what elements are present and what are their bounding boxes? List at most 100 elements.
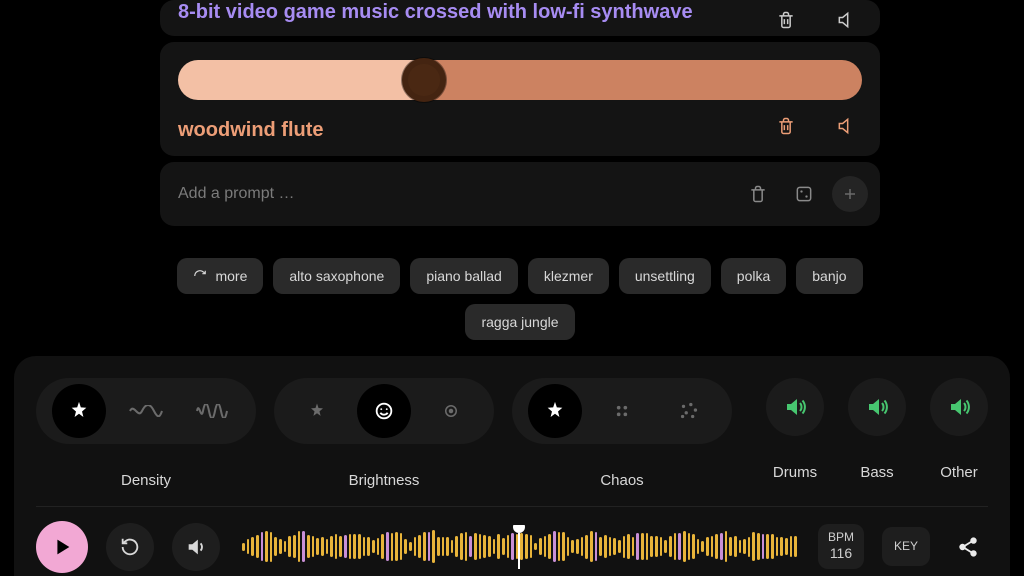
waveform-bar [748, 537, 751, 557]
waveform-bar [780, 537, 783, 556]
waveform-bar [339, 536, 342, 558]
brightness-option-high[interactable] [424, 384, 478, 438]
waveform-bar [381, 534, 384, 558]
suggestion-chip[interactable]: piano ballad [410, 258, 518, 294]
waveform-bar [497, 534, 500, 560]
waveform-bar [284, 541, 287, 552]
density-option-mid[interactable] [119, 384, 173, 438]
waveform-bar [316, 538, 319, 556]
waveform-bar [530, 535, 533, 558]
trash-icon[interactable] [768, 2, 804, 38]
key-button[interactable]: KEY [882, 527, 930, 566]
suggestion-chip[interactable]: banjo [796, 258, 862, 294]
playhead[interactable] [513, 525, 525, 569]
waveform-bar [404, 539, 407, 554]
brightness-option-low[interactable] [290, 384, 344, 438]
waveform-bar [386, 532, 389, 560]
waveform-bar [571, 540, 574, 554]
suggestion-chip[interactable]: polka [721, 258, 786, 294]
trash-icon[interactable] [768, 108, 804, 144]
restart-button[interactable] [106, 523, 154, 571]
waveform-bar [247, 539, 250, 555]
dice-icon[interactable] [786, 176, 822, 212]
share-button[interactable] [948, 527, 988, 567]
mute-bass-label: Bass [860, 464, 893, 481]
waveform-bar [567, 537, 570, 555]
prompt-text-2[interactable]: woodwind flute [178, 118, 862, 142]
waveform-bar [692, 534, 695, 559]
slider-thumb[interactable] [402, 58, 446, 102]
chip-label: ragga jungle [481, 314, 558, 330]
waveform-bar [377, 538, 380, 555]
waveform-bar [307, 535, 310, 557]
suggestion-chip[interactable]: alto saxophone [273, 258, 400, 294]
chaos-option-low[interactable] [528, 384, 582, 438]
waveform-bar [349, 534, 352, 559]
waveform-bar [688, 533, 691, 560]
mute-other-button[interactable] [930, 378, 988, 436]
waveform-bar [725, 531, 728, 563]
chip-label: banjo [812, 268, 846, 284]
waveform-bar [469, 536, 472, 557]
waveform-bar [752, 532, 755, 560]
prompt-weight-slider[interactable] [178, 52, 862, 108]
waveform-bar [455, 536, 458, 557]
waveform[interactable] [238, 525, 800, 569]
add-prompt-input[interactable] [178, 185, 740, 203]
waveform-bar [446, 537, 449, 556]
waveform-bar [734, 536, 737, 557]
mute-drums-button[interactable] [766, 378, 824, 436]
chip-label: klezmer [544, 268, 593, 284]
waveform-bar [706, 537, 709, 557]
waveform-bar [479, 534, 482, 558]
mute-drums-label: Drums [773, 464, 817, 481]
chip-more[interactable]: more [177, 258, 263, 294]
waveform-bar [715, 534, 718, 560]
suggestion-chip[interactable]: klezmer [528, 258, 609, 294]
add-button[interactable] [832, 176, 868, 212]
density-option-low[interactable] [52, 384, 106, 438]
waveform-bar [618, 540, 621, 553]
waveform-bar [298, 531, 301, 562]
density-option-high[interactable] [186, 384, 240, 438]
waveform-bar [720, 533, 723, 560]
chip-label: piano ballad [426, 268, 502, 284]
trash-icon[interactable] [740, 176, 776, 212]
waveform-bar [330, 536, 333, 558]
waveform-bar [270, 532, 273, 562]
waveform-bar [674, 533, 677, 559]
chip-label: more [215, 268, 247, 284]
volume-button[interactable] [172, 523, 220, 571]
waveform-bar [312, 536, 315, 557]
waveform-bar [265, 531, 268, 562]
play-button[interactable] [36, 521, 88, 573]
waveform-bar [660, 537, 663, 557]
waveform-bar [302, 531, 305, 562]
chaos-option-high[interactable] [662, 384, 716, 438]
prompt-text-1[interactable]: 8-bit video game music crossed with low-… [178, 0, 862, 24]
waveform-bar [585, 535, 588, 559]
waveform-bar [553, 531, 556, 561]
waveform-bar [274, 537, 277, 555]
brightness-option-mid[interactable] [357, 384, 411, 438]
brightness-group: Brightness [274, 378, 494, 489]
chip-label: alto saxophone [289, 268, 384, 284]
chaos-option-mid[interactable] [595, 384, 649, 438]
mute-icon[interactable] [828, 108, 864, 144]
add-prompt-card [160, 162, 880, 226]
mute-bass-button[interactable] [848, 378, 906, 436]
bpm-button[interactable]: BPM 116 [818, 524, 864, 569]
waveform-bar [711, 536, 714, 557]
waveform-bar [409, 542, 412, 551]
suggestion-chip[interactable]: ragga jungle [465, 304, 574, 340]
mute-icon[interactable] [828, 2, 864, 38]
waveform-bar [599, 537, 602, 557]
suggestion-chip[interactable]: unsettling [619, 258, 711, 294]
waveform-bar [683, 531, 686, 562]
chip-label: polka [737, 268, 770, 284]
waveform-bar [288, 536, 291, 556]
waveform-bar [507, 535, 510, 558]
waveform-bar [701, 541, 704, 551]
waveform-bar [423, 532, 426, 561]
bpm-value: 116 [828, 545, 854, 563]
